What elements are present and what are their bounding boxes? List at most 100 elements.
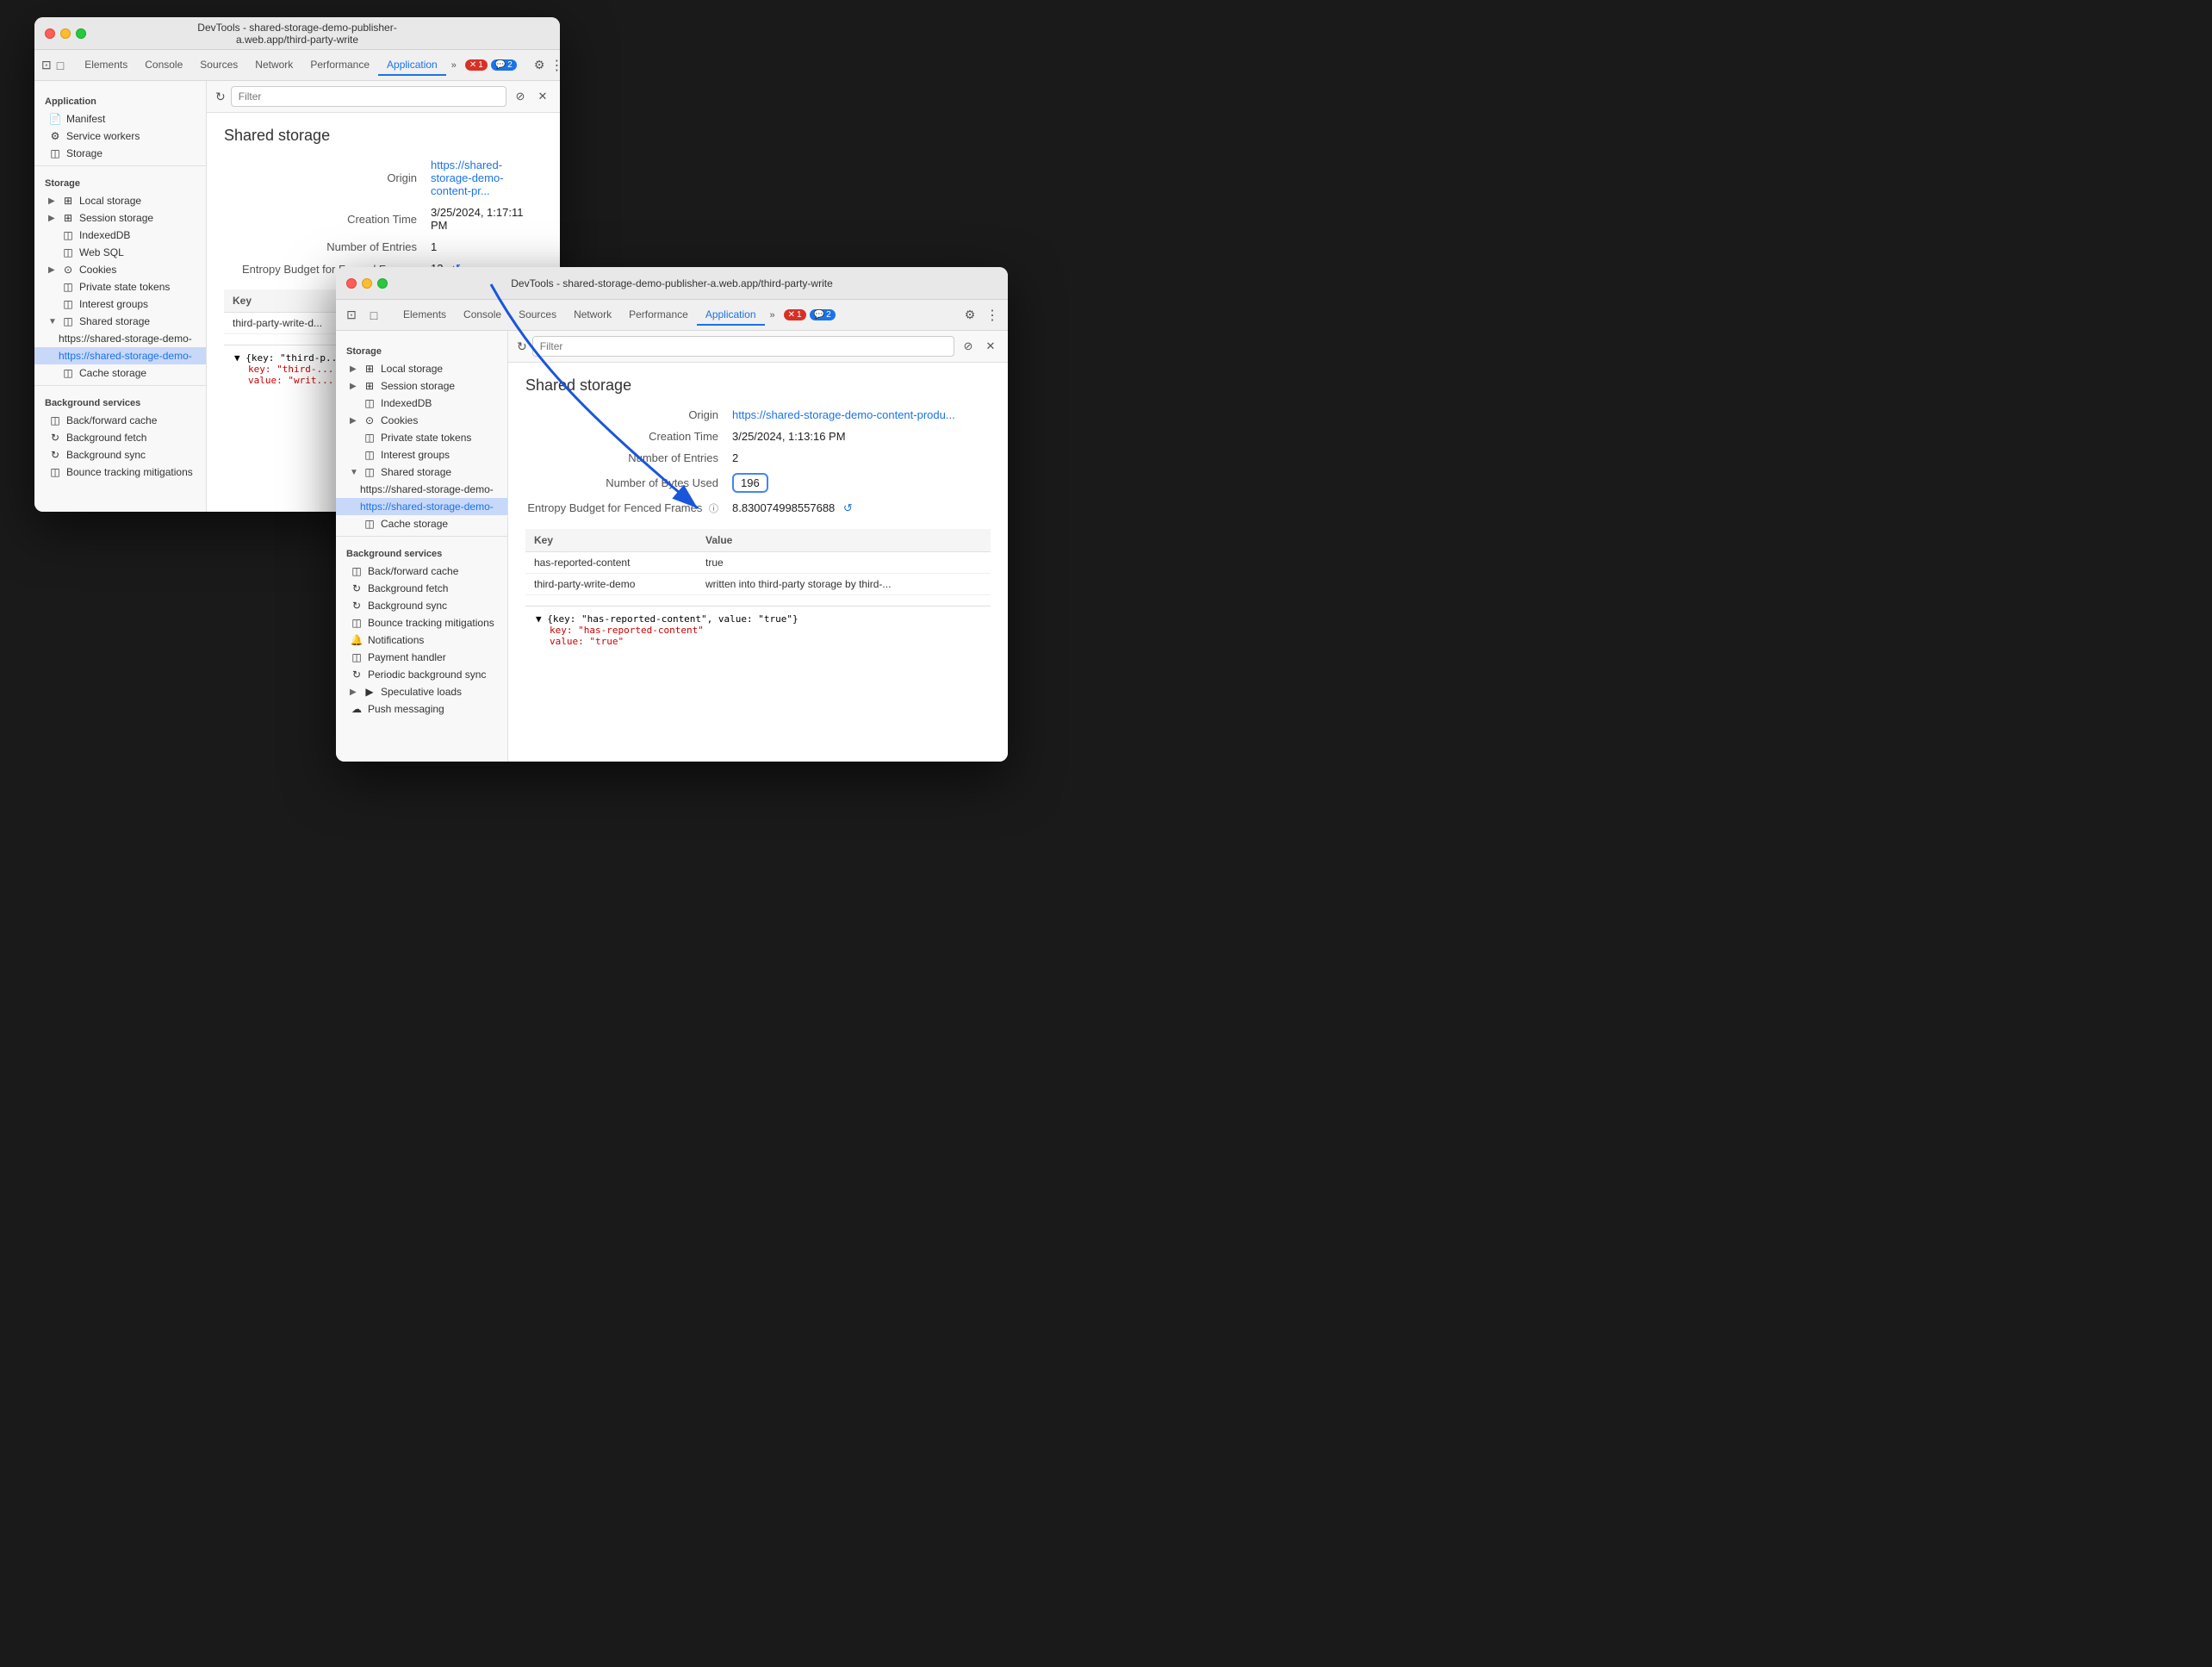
refresh-button-back[interactable]: ↻ — [215, 90, 226, 104]
close-filter-front[interactable]: ✕ — [982, 338, 999, 355]
tab-sources-front[interactable]: Sources — [510, 305, 565, 326]
settings-icon-front[interactable]: ⚙ — [961, 307, 979, 324]
bgfetch-icon-front: ↻ — [350, 582, 363, 594]
tab-network-front[interactable]: Network — [565, 305, 620, 326]
reset-entropy-icon-front[interactable]: ↺ — [843, 501, 853, 514]
expand-arrow-local-front: ▶ — [350, 364, 358, 374]
info-entries-label-back: Number of Entries — [224, 240, 431, 253]
sidebar-item-cache-storage-back[interactable]: ◫ Cache storage — [34, 364, 206, 382]
sidebar-item-websql-back[interactable]: ◫ Web SQL — [34, 244, 206, 261]
inspect-icon-front[interactable]: □ — [365, 307, 382, 324]
tab-network-back[interactable]: Network — [246, 55, 301, 76]
tab-application-back[interactable]: Application — [378, 55, 446, 76]
sidebar-item-cache-storage-front[interactable]: ◫ Cache storage — [336, 515, 507, 532]
sidebar-item-bfcache-back[interactable]: ◫ Back/forward cache — [34, 412, 206, 429]
more-options-icon-front[interactable]: ⋮ — [984, 307, 1001, 324]
table-row-1-front[interactable]: has-reported-content true — [525, 552, 991, 574]
entropy-info-icon-front[interactable]: ⓘ — [709, 504, 718, 514]
info-origin-value-back[interactable]: https://shared-storage-demo-content-pr..… — [431, 159, 543, 197]
json-val3-front: "true" — [589, 636, 624, 647]
sidebar-item-cookies-back[interactable]: ▶ ⊙ Cookies — [34, 261, 206, 278]
sidebar-item-bgsync-back[interactable]: ↻ Background sync — [34, 446, 206, 463]
maximize-button-front[interactable] — [377, 278, 388, 289]
sidebar-item-payment-front[interactable]: ◫ Payment handler — [336, 649, 507, 666]
push-icon-front: ☁ — [350, 703, 363, 715]
info-creation-row-back: Creation Time 3/25/2024, 1:17:11 PM — [224, 206, 543, 232]
private-state-icon-front: ◫ — [363, 432, 376, 444]
sidebar-item-serviceworkers-label-back: Service workers — [66, 130, 140, 142]
close-filter-back[interactable]: ✕ — [534, 88, 551, 105]
sidebar-item-session-storage-front[interactable]: ▶ ⊞ Session storage — [336, 377, 507, 395]
sidebar-item-shared-storage-front[interactable]: ▼ ◫ Shared storage — [336, 463, 507, 481]
tab-performance-back[interactable]: Performance — [301, 55, 378, 76]
sidebar-item-private-state-front[interactable]: ◫ Private state tokens — [336, 429, 507, 446]
close-button-back[interactable] — [45, 28, 55, 39]
sidebar-item-shared-storage-back[interactable]: ▼ ◫ Shared storage — [34, 313, 206, 330]
traffic-lights-back[interactable] — [45, 28, 86, 39]
sidebar-item-shared-url2-label-front: https://shared-storage-demo- — [360, 501, 494, 513]
sidebar-item-shared-url1-back[interactable]: https://shared-storage-demo- — [34, 330, 206, 347]
minimize-button-front[interactable] — [362, 278, 372, 289]
info-origin-value-front[interactable]: https://shared-storage-demo-content-prod… — [732, 408, 955, 421]
tab-console-front[interactable]: Console — [455, 305, 510, 326]
inspect-icon-back[interactable]: □ — [57, 57, 64, 74]
sidebar-item-interest-groups-back[interactable]: ◫ Interest groups — [34, 295, 206, 313]
info-bytes-row-front: Number of Bytes Used 196 — [525, 473, 991, 493]
more-options-icon-back[interactable]: ⋮ — [550, 57, 560, 74]
tab-sources-back[interactable]: Sources — [191, 55, 246, 76]
sidebar-item-indexeddb-back[interactable]: ◫ IndexedDB — [34, 227, 206, 244]
refresh-button-front[interactable]: ↻ — [517, 339, 527, 354]
clear-filter-front[interactable]: ⊘ — [960, 338, 977, 355]
sidebar-item-cookies-front[interactable]: ▶ ⊙ Cookies — [336, 412, 507, 429]
sidebar-item-shared-url1-label-back: https://shared-storage-demo- — [59, 333, 192, 345]
sidebar-item-manifest-back[interactable]: 📄 Manifest — [34, 110, 206, 128]
traffic-lights-front[interactable] — [346, 278, 388, 289]
sidebar-item-shared-url2-front[interactable]: https://shared-storage-demo- — [336, 498, 507, 515]
cookies-icon-back: ⊙ — [61, 264, 75, 276]
sidebar-item-bgfetch-front[interactable]: ↻ Background fetch — [336, 580, 507, 597]
sidebar-item-shared-url2-back[interactable]: https://shared-storage-demo- — [34, 347, 206, 364]
sidebar-item-local-storage-front[interactable]: ▶ ⊞ Local storage — [336, 360, 507, 377]
tab-more-back[interactable]: » — [446, 57, 462, 74]
json-val2-back: "third-... — [276, 364, 333, 375]
sidebar-item-bounce-back[interactable]: ◫ Bounce tracking mitigations — [34, 463, 206, 481]
sidebar-item-bgsync-front[interactable]: ↻ Background sync — [336, 597, 507, 614]
sidebar-item-bfcache-front[interactable]: ◫ Back/forward cache — [336, 563, 507, 580]
devtools-icon-front[interactable]: ⊡ — [343, 307, 360, 324]
indexeddb-icon-front: ◫ — [363, 397, 376, 409]
sidebar-item-speculative-front[interactable]: ▶ ▶ Speculative loads — [336, 683, 507, 700]
sidebar-item-storage-main-back[interactable]: ◫ Storage — [34, 145, 206, 162]
maximize-button-back[interactable] — [76, 28, 86, 39]
tab-console-back[interactable]: Console — [136, 55, 191, 76]
sidebar-item-bgfetch-back[interactable]: ↻ Background fetch — [34, 429, 206, 446]
sidebar-item-indexeddb-front[interactable]: ◫ IndexedDB — [336, 395, 507, 412]
devtools-icon-back[interactable]: ⊡ — [41, 57, 52, 74]
sidebar-item-periodic-sync-front[interactable]: ↻ Periodic background sync — [336, 666, 507, 683]
tab-performance-front[interactable]: Performance — [620, 305, 697, 326]
sidebar-item-private-state-back[interactable]: ◫ Private state tokens — [34, 278, 206, 295]
sidebar-item-bounce-front[interactable]: ◫ Bounce tracking mitigations — [336, 614, 507, 631]
filter-input-front[interactable] — [532, 336, 954, 357]
sidebar-item-serviceworkers-back[interactable]: ⚙ Service workers — [34, 128, 206, 145]
sidebar-item-shared-storage-label-front: Shared storage — [381, 466, 451, 478]
filter-input-back[interactable] — [231, 86, 506, 107]
settings-icon-back[interactable]: ⚙ — [534, 57, 545, 74]
sidebar-item-shared-url1-front[interactable]: https://shared-storage-demo- — [336, 481, 507, 498]
tab-elements-front[interactable]: Elements — [395, 305, 455, 326]
table-row-2-front[interactable]: third-party-write-demo written into thir… — [525, 574, 991, 595]
close-button-front[interactable] — [346, 278, 357, 289]
sidebar-item-local-storage-back[interactable]: ▶ ⊞ Local storage — [34, 192, 206, 209]
clear-filter-back[interactable]: ⊘ — [512, 88, 529, 105]
tab-more-front[interactable]: » — [765, 307, 780, 324]
sidebar-item-notifications-front[interactable]: 🔔 Notifications — [336, 631, 507, 649]
info-creation-value-front: 3/25/2024, 1:13:16 PM — [732, 430, 846, 443]
bounce-icon-back: ◫ — [48, 466, 62, 478]
sidebar-item-session-storage-back[interactable]: ▶ ⊞ Session storage — [34, 209, 206, 227]
sidebar-item-push-front[interactable]: ☁ Push messaging — [336, 700, 507, 718]
sidebar-item-bfcache-label-back: Back/forward cache — [66, 414, 157, 426]
tab-elements-back[interactable]: Elements — [76, 55, 136, 76]
sidebar-item-interest-groups-front[interactable]: ◫ Interest groups — [336, 446, 507, 463]
tab-application-front[interactable]: Application — [697, 305, 765, 326]
json-key3-front: value: — [550, 636, 584, 647]
minimize-button-back[interactable] — [60, 28, 71, 39]
